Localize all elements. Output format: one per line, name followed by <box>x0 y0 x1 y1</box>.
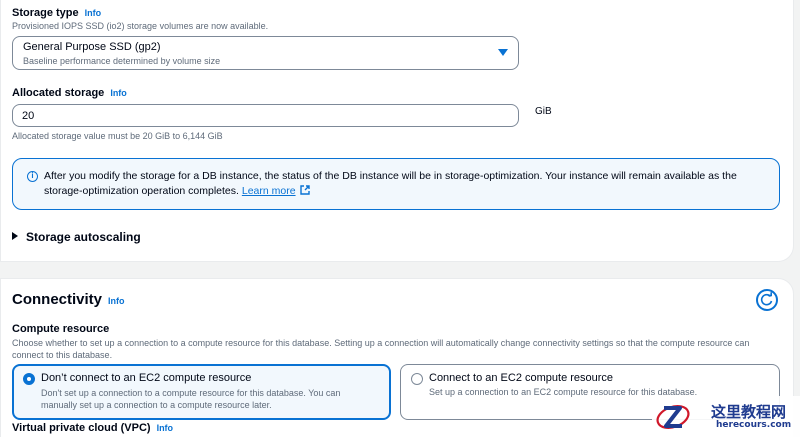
storage-type-description: Provisioned IOPS SSD (io2) storage volum… <box>12 21 269 31</box>
learn-more-link[interactable]: Learn more <box>242 185 296 197</box>
storage-autoscaling-expander[interactable]: Storage autoscaling <box>12 230 141 244</box>
storage-type-select[interactable]: General Purpose SSD (gp2) Baseline perfo… <box>12 36 519 70</box>
radio-selected[interactable] <box>23 373 35 385</box>
watermark-logo <box>656 405 690 429</box>
option-description: Don't set up a connection to a compute r… <box>41 388 341 410</box>
external-link-icon[interactable] <box>299 185 310 195</box>
connectivity-info-link[interactable]: Info <box>108 296 125 306</box>
watermark: 这里教程网 herecours.com <box>652 396 800 437</box>
storage-type-selected-description: Baseline performance determined by volum… <box>23 56 221 66</box>
watermark-url: herecours.com <box>716 420 792 430</box>
storage-info-alert: i After you modify the storage for a DB … <box>12 158 780 210</box>
compute-resource-label: Compute resource <box>12 323 110 335</box>
compute-resource-description: Choose whether to set up a connection to… <box>12 338 750 360</box>
caret-down-icon <box>498 49 508 56</box>
vpc-label: Virtual private cloud (VPC) Info <box>12 422 174 434</box>
storage-alert-text: After you modify the storage for a DB in… <box>44 170 737 197</box>
allocated-storage-label: Allocated storage Info <box>12 87 127 99</box>
option-dont-connect-ec2[interactable]: Don’t connect to an EC2 compute resource… <box>12 364 391 420</box>
allocated-storage-info-link[interactable]: Info <box>110 88 127 98</box>
caret-right-icon <box>12 232 18 240</box>
allocated-storage-unit: GiB <box>535 106 552 117</box>
vpc-info-link[interactable]: Info <box>157 423 174 433</box>
option-title: Don’t connect to an EC2 compute resource <box>41 372 252 384</box>
connectivity-heading: Connectivity Info <box>12 291 125 308</box>
storage-type-info-link[interactable]: Info <box>85 8 102 18</box>
watermark-text: 这里教程网 <box>711 403 787 421</box>
refresh-icon[interactable] <box>756 289 778 311</box>
allocated-storage-input[interactable] <box>12 104 519 127</box>
info-circle-icon: i <box>27 171 38 182</box>
radio-unselected[interactable] <box>411 373 423 385</box>
storage-type-label: Storage type Info <box>12 7 102 19</box>
storage-type-selected-value: General Purpose SSD (gp2) <box>23 41 161 53</box>
allocated-storage-hint: Allocated storage value must be 20 GiB t… <box>12 131 223 141</box>
option-title: Connect to an EC2 compute resource <box>429 372 614 384</box>
storage-panel: Storage type Info Provisioned IOPS SSD (i… <box>0 0 794 262</box>
